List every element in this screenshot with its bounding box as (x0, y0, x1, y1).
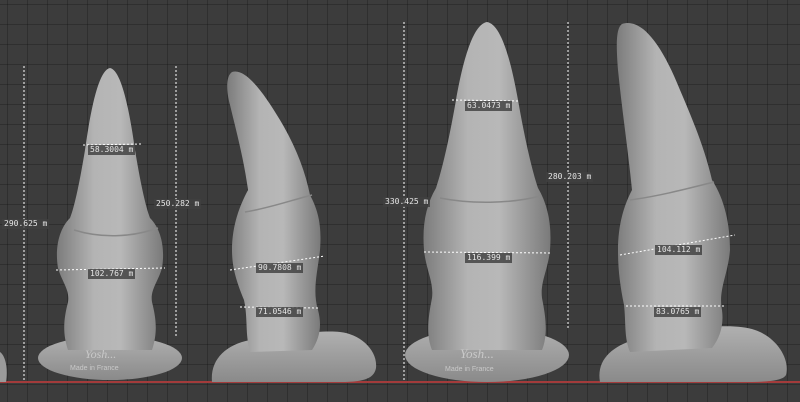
model-1-brand: Yosh... (85, 347, 116, 361)
model-4-shaft (616, 23, 730, 353)
model-1-height-label: 290.625 m (2, 219, 50, 229)
model-4-mid-label: 104.112 m (655, 245, 703, 255)
model-3-mid-label: 116.399 m (465, 253, 513, 263)
model-1-mid-label: 102.767 m (88, 269, 136, 279)
model-2[interactable] (211, 71, 377, 382)
model-2-mid-label: 90.7808 m (256, 263, 304, 273)
model-2-lower-label: 71.0546 m (256, 307, 304, 317)
model-1-shaft (56, 68, 164, 350)
model-3-tip-label: 63.0473 m (465, 101, 513, 111)
model-4-lower-label: 83.0765 m (654, 307, 702, 317)
model-1-shaft-height-label: 250.282 m (154, 199, 202, 209)
3d-viewport[interactable]: Yosh... Made in France Yosh... Made in F… (0, 0, 800, 402)
model-4[interactable] (599, 23, 787, 382)
model-1-tip-label: 58.3004 m (88, 145, 136, 155)
partial-model-left (0, 352, 7, 382)
model-1-made-in: Made in France (70, 365, 119, 372)
model-3-shaft-height-label: 280.203 m (546, 172, 594, 182)
model-3-brand: Yosh... (460, 346, 494, 361)
model-3-made-in: Made in France (445, 366, 494, 373)
model-3-height-label: 330.425 m (383, 197, 431, 207)
model-3-shaft (423, 22, 551, 350)
